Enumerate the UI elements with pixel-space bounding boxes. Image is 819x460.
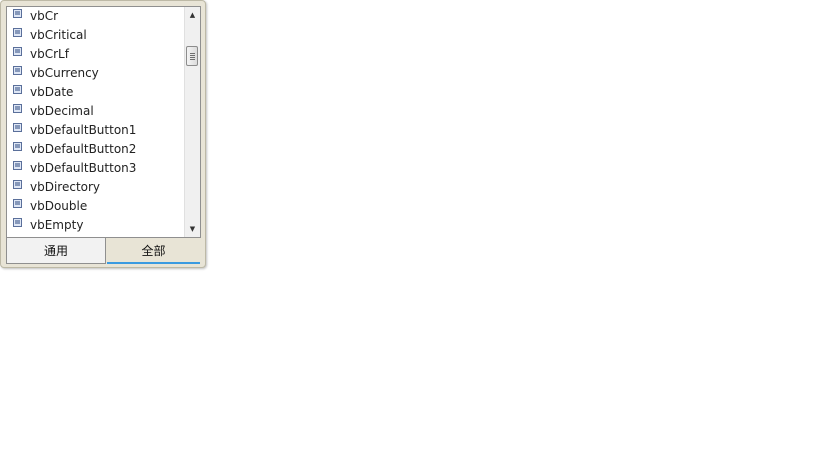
completion-list-frame: vbCr vbCritical vbCrLf vbCurrency vbDate…	[6, 6, 201, 238]
constant-icon	[13, 104, 22, 113]
grip-line	[190, 59, 195, 60]
list-item-label: vbDefaultButton2	[30, 142, 137, 156]
list-item-label: vbDirectory	[30, 180, 101, 194]
completion-list[interactable]: vbCr vbCritical vbCrLf vbCurrency vbDate…	[7, 7, 184, 237]
list-item-label: vbEmpty	[30, 218, 84, 232]
list-item-label: vbDouble	[30, 199, 88, 213]
constant-icon	[13, 142, 22, 151]
constant-icon	[13, 161, 22, 170]
constant-icon	[13, 180, 22, 189]
list-item-label: vbCr	[30, 9, 59, 23]
constant-icon	[13, 47, 22, 56]
vertical-scrollbar[interactable]: ▲ ▼	[184, 7, 200, 237]
list-item-label: vbDate	[30, 85, 74, 99]
constant-icon	[13, 9, 22, 18]
list-item[interactable]: vbDefaultButton2	[7, 140, 184, 159]
constant-icon	[13, 66, 22, 75]
constant-icon	[13, 123, 22, 132]
grip-line	[190, 55, 195, 56]
list-item[interactable]: vbDirectory	[7, 178, 184, 197]
constant-icon	[13, 85, 22, 94]
scroll-down-icon[interactable]: ▼	[185, 221, 200, 237]
list-item-label: vbDecimal	[30, 104, 94, 118]
list-item[interactable]: vbCr	[7, 7, 184, 26]
list-item-label: vbDefaultButton3	[30, 161, 137, 175]
list-item[interactable]: vbDefaultButton3	[7, 159, 184, 178]
list-item[interactable]: vbDate	[7, 83, 184, 102]
grip-line	[190, 57, 195, 58]
scroll-up-icon[interactable]: ▲	[185, 7, 200, 23]
list-item-label: vbCritical	[30, 28, 87, 42]
list-item[interactable]: vbCurrency	[7, 64, 184, 83]
constant-icon	[13, 218, 22, 227]
list-item[interactable]: vbEmpty	[7, 216, 184, 235]
intellisense-popup: vbCr vbCritical vbCrLf vbCurrency vbDate…	[0, 0, 206, 268]
tab-all[interactable]: 全部	[107, 238, 200, 264]
list-item[interactable]: vbCritical	[7, 26, 184, 45]
tab-common[interactable]: 通用	[6, 238, 106, 264]
list-item-label: vbCrLf	[30, 47, 69, 61]
list-item[interactable]: vbDecimal	[7, 102, 184, 121]
constant-icon	[13, 199, 22, 208]
scroll-thumb[interactable]	[186, 46, 198, 66]
list-item-label: vbCurrency	[30, 66, 99, 80]
list-item[interactable]: vbDouble	[7, 197, 184, 216]
list-item[interactable]: vbDefaultButton1	[7, 121, 184, 140]
filter-tabs: 通用 全部	[6, 238, 201, 264]
constant-icon	[13, 28, 22, 37]
list-item[interactable]: vbCrLf	[7, 45, 184, 64]
grip-line	[190, 53, 195, 54]
list-item-label: vbDefaultButton1	[30, 123, 137, 137]
